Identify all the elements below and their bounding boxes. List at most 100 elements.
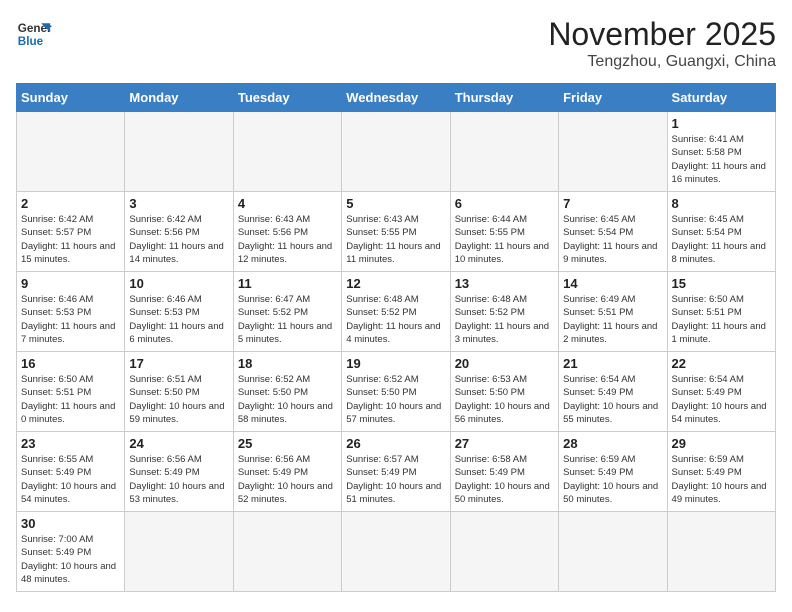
month-title: November 2025 — [548, 16, 776, 53]
table-row — [342, 112, 450, 192]
table-row: 6 Sunrise: 6:44 AM Sunset: 5:55 PM Daylig… — [450, 192, 558, 272]
day-number: 10 — [129, 276, 228, 291]
table-row: 1 Sunrise: 6:41 AM Sunset: 5:58 PM Daylig… — [667, 112, 775, 192]
day-info: Sunrise: 6:59 AM Sunset: 5:49 PM Dayligh… — [563, 453, 662, 506]
day-info: Sunrise: 6:52 AM Sunset: 5:50 PM Dayligh… — [238, 373, 337, 426]
day-info: Sunrise: 6:51 AM Sunset: 5:50 PM Dayligh… — [129, 373, 228, 426]
day-number: 2 — [21, 196, 120, 211]
day-number: 15 — [672, 276, 771, 291]
header-monday: Monday — [125, 84, 233, 112]
day-info: Sunrise: 6:53 AM Sunset: 5:50 PM Dayligh… — [455, 373, 554, 426]
table-row: 7 Sunrise: 6:45 AM Sunset: 5:54 PM Daylig… — [559, 192, 667, 272]
table-row: 12 Sunrise: 6:48 AM Sunset: 5:52 PM Dayli… — [342, 272, 450, 352]
day-number: 14 — [563, 276, 662, 291]
day-info: Sunrise: 6:56 AM Sunset: 5:49 PM Dayligh… — [129, 453, 228, 506]
day-number: 12 — [346, 276, 445, 291]
table-row: 23Sunrise: 6:55 AM Sunset: 5:49 PM Dayli… — [17, 432, 125, 512]
table-row: 5 Sunrise: 6:43 AM Sunset: 5:55 PM Daylig… — [342, 192, 450, 272]
day-info: Sunrise: 6:56 AM Sunset: 5:49 PM Dayligh… — [238, 453, 337, 506]
table-row: 18 Sunrise: 6:52 AM Sunset: 5:50 PM Dayli… — [233, 352, 341, 432]
day-number: 1 — [672, 116, 771, 131]
header-saturday: Saturday — [667, 84, 775, 112]
day-number: 18 — [238, 356, 337, 371]
calendar-table: Sunday Monday Tuesday Wednesday Thursday… — [16, 83, 776, 592]
day-number: 30 — [21, 516, 120, 531]
table-row: 20 Sunrise: 6:53 AM Sunset: 5:50 PM Dayli… — [450, 352, 558, 432]
day-info: Sunrise: 6:45 AM Sunset: 5:54 PM Dayligh… — [563, 213, 662, 266]
day-number: 6 — [455, 196, 554, 211]
day-info: Sunrise: 7:00 AM Sunset: 5:49 PM Dayligh… — [21, 533, 120, 586]
day-number: 29 — [672, 436, 771, 451]
day-number: 25 — [238, 436, 337, 451]
table-row: 15 Sunrise: 6:50 AM Sunset: 5:51 PM Dayli… — [667, 272, 775, 352]
header-friday: Friday — [559, 84, 667, 112]
day-info: Sunrise: 6:54 AM Sunset: 5:49 PM Dayligh… — [672, 373, 771, 426]
table-row: 10Sunrise: 6:46 AM Sunset: 5:53 PM Dayli… — [125, 272, 233, 352]
calendar-row: 30 Sunrise: 7:00 AM Sunset: 5:49 PM Dayli… — [17, 512, 776, 592]
calendar-row: 2 Sunrise: 6:42 AM Sunset: 5:57 PM Daylig… — [17, 192, 776, 272]
svg-text:Blue: Blue — [18, 35, 44, 48]
day-number: 20 — [455, 356, 554, 371]
day-number: 16 — [21, 356, 120, 371]
table-row: 8 Sunrise: 6:45 AM Sunset: 5:54 PM Daylig… — [667, 192, 775, 272]
day-info: Sunrise: 6:48 AM Sunset: 5:52 PM Dayligh… — [346, 293, 445, 346]
weekday-header-row: Sunday Monday Tuesday Wednesday Thursday… — [17, 84, 776, 112]
day-number: 5 — [346, 196, 445, 211]
table-row: 17 Sunrise: 6:51 AM Sunset: 5:50 PM Dayli… — [125, 352, 233, 432]
table-row: 25 Sunrise: 6:56 AM Sunset: 5:49 PM Dayli… — [233, 432, 341, 512]
day-number: 7 — [563, 196, 662, 211]
day-info: Sunrise: 6:46 AM Sunset: 5:53 PM Dayligh… — [21, 293, 120, 346]
table-row: 26Sunrise: 6:57 AM Sunset: 5:49 PM Dayli… — [342, 432, 450, 512]
day-info: Sunrise: 6:50 AM Sunset: 5:51 PM Dayligh… — [672, 293, 771, 346]
day-info: Sunrise: 6:43 AM Sunset: 5:55 PM Dayligh… — [346, 213, 445, 266]
day-number: 11 — [238, 276, 337, 291]
table-row: 27Sunrise: 6:58 AM Sunset: 5:49 PM Dayli… — [450, 432, 558, 512]
table-row: 24Sunrise: 6:56 AM Sunset: 5:49 PM Dayli… — [125, 432, 233, 512]
table-row — [342, 512, 450, 592]
table-row — [559, 112, 667, 192]
day-info: Sunrise: 6:49 AM Sunset: 5:51 PM Dayligh… — [563, 293, 662, 346]
table-row: 29 Sunrise: 6:59 AM Sunset: 5:49 PM Dayli… — [667, 432, 775, 512]
day-number: 17 — [129, 356, 228, 371]
day-number: 4 — [238, 196, 337, 211]
logo-icon: General Blue — [16, 16, 52, 52]
table-row: 9 Sunrise: 6:46 AM Sunset: 5:53 PM Daylig… — [17, 272, 125, 352]
day-info: Sunrise: 6:42 AM Sunset: 5:57 PM Dayligh… — [21, 213, 120, 266]
table-row: 11 Sunrise: 6:47 AM Sunset: 5:52 PM Dayli… — [233, 272, 341, 352]
day-number: 26 — [346, 436, 445, 451]
day-info: Sunrise: 6:44 AM Sunset: 5:55 PM Dayligh… — [455, 213, 554, 266]
day-number: 23 — [21, 436, 120, 451]
day-info: Sunrise: 6:43 AM Sunset: 5:56 PM Dayligh… — [238, 213, 337, 266]
table-row: 14 Sunrise: 6:49 AM Sunset: 5:51 PM Dayli… — [559, 272, 667, 352]
day-info: Sunrise: 6:47 AM Sunset: 5:52 PM Dayligh… — [238, 293, 337, 346]
table-row: 16 Sunrise: 6:50 AM Sunset: 5:51 PM Dayli… — [17, 352, 125, 432]
table-row — [17, 112, 125, 192]
day-info: Sunrise: 6:59 AM Sunset: 5:49 PM Dayligh… — [672, 453, 771, 506]
day-info: Sunrise: 6:48 AM Sunset: 5:52 PM Dayligh… — [455, 293, 554, 346]
table-row: 22 Sunrise: 6:54 AM Sunset: 5:49 PM Dayli… — [667, 352, 775, 432]
logo: General Blue — [16, 16, 52, 52]
calendar-row: 9 Sunrise: 6:46 AM Sunset: 5:53 PM Daylig… — [17, 272, 776, 352]
day-info: Sunrise: 6:52 AM Sunset: 5:50 PM Dayligh… — [346, 373, 445, 426]
title-block: November 2025 Tengzhou, Guangxi, China — [548, 16, 776, 71]
page-header: General Blue November 2025 Tengzhou, Gua… — [16, 16, 776, 71]
table-row — [667, 512, 775, 592]
day-info: Sunrise: 6:41 AM Sunset: 5:58 PM Dayligh… — [672, 133, 771, 186]
calendar-row: 16 Sunrise: 6:50 AM Sunset: 5:51 PM Dayli… — [17, 352, 776, 432]
day-number: 8 — [672, 196, 771, 211]
table-row — [233, 112, 341, 192]
day-info: Sunrise: 6:45 AM Sunset: 5:54 PM Dayligh… — [672, 213, 771, 266]
table-row — [450, 112, 558, 192]
table-row — [450, 512, 558, 592]
day-info: Sunrise: 6:42 AM Sunset: 5:56 PM Dayligh… — [129, 213, 228, 266]
calendar-row: 1 Sunrise: 6:41 AM Sunset: 5:58 PM Daylig… — [17, 112, 776, 192]
day-info: Sunrise: 6:50 AM Sunset: 5:51 PM Dayligh… — [21, 373, 120, 426]
day-info: Sunrise: 6:54 AM Sunset: 5:49 PM Dayligh… — [563, 373, 662, 426]
day-number: 28 — [563, 436, 662, 451]
table-row: 13Sunrise: 6:48 AM Sunset: 5:52 PM Dayli… — [450, 272, 558, 352]
day-number: 19 — [346, 356, 445, 371]
day-number: 22 — [672, 356, 771, 371]
location-title: Tengzhou, Guangxi, China — [548, 53, 776, 71]
table-row: 30 Sunrise: 7:00 AM Sunset: 5:49 PM Dayli… — [17, 512, 125, 592]
day-number: 9 — [21, 276, 120, 291]
